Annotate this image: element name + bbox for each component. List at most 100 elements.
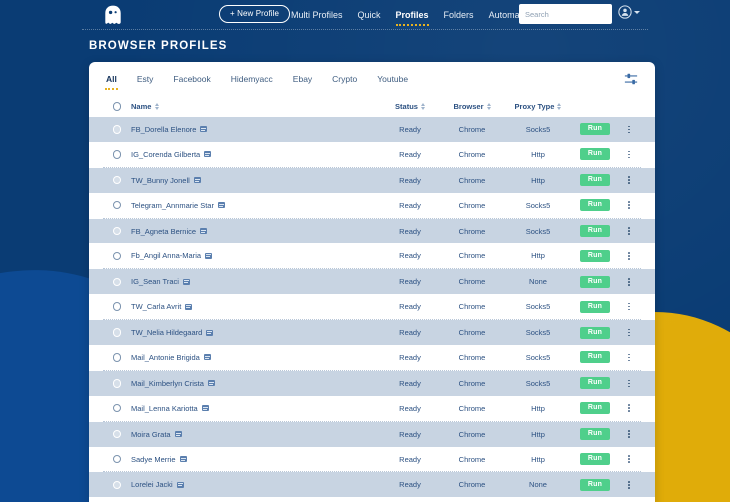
table-row[interactable]: Mail_Antonie Brigida Ready Chrome Socks5 Run	[89, 345, 655, 370]
note-icon[interactable]	[201, 405, 209, 412]
row-checkbox[interactable]	[103, 480, 131, 490]
run-button[interactable]: Run	[580, 275, 610, 288]
select-all-checkbox[interactable]	[103, 102, 131, 111]
row-menu-button[interactable]	[617, 328, 641, 337]
run-button[interactable]: Run	[580, 148, 610, 161]
cell-status: Ready	[379, 125, 441, 134]
row-checkbox[interactable]	[103, 150, 131, 159]
row-checkbox[interactable]	[103, 226, 131, 236]
app-logo[interactable]	[101, 3, 125, 26]
note-icon[interactable]	[200, 228, 208, 234]
note-icon[interactable]	[217, 202, 225, 209]
run-button[interactable]: Run	[580, 123, 610, 136]
row-menu-button[interactable]	[617, 404, 641, 413]
table-row[interactable]: Telegram_Annmarie Star Ready Chrome Socks5 R…	[89, 192, 655, 218]
tab-esty[interactable]: Esty	[137, 71, 154, 87]
table-row[interactable]: Moira Grata Ready Chrome Http Run	[89, 421, 655, 447]
note-icon[interactable]	[193, 177, 201, 184]
run-button[interactable]: Run	[580, 249, 610, 262]
row-menu-button[interactable]	[617, 227, 641, 235]
nav-link-profiles[interactable]: Profiles	[395, 8, 430, 26]
table-row[interactable]: TW_Nelia Hildegaard Ready Chrome Socks5 Run	[89, 320, 655, 346]
note-icon[interactable]	[207, 380, 215, 387]
row-menu-button[interactable]	[617, 379, 641, 388]
run-button[interactable]: Run	[580, 453, 610, 466]
status-label: Ready	[399, 200, 421, 210]
note-icon[interactable]	[206, 329, 214, 336]
table-row[interactable]: TW_Carla Avrit Ready Chrome Socks5 Run	[89, 294, 655, 320]
column-header-status[interactable]: Status	[379, 102, 441, 111]
tab-youtube[interactable]: Youtube	[377, 71, 408, 87]
row-checkbox[interactable]	[103, 429, 131, 439]
note-icon[interactable]	[182, 278, 190, 285]
table-row[interactable]: FB_Dorella Elenore Ready Chrome Socks5 Run	[89, 117, 655, 142]
tab-all[interactable]: All	[105, 71, 118, 90]
note-icon[interactable]	[204, 151, 212, 158]
table-row[interactable]: Mail_Kimberlyn Crista Ready Chrome Socks5 Ru…	[89, 370, 655, 396]
row-menu-button[interactable]	[617, 252, 641, 260]
row-menu-button[interactable]	[617, 353, 641, 362]
note-icon[interactable]	[203, 354, 211, 361]
row-checkbox[interactable]	[103, 175, 131, 185]
run-button[interactable]: Run	[580, 225, 610, 237]
note-icon[interactable]	[200, 126, 208, 133]
run-button[interactable]: Run	[580, 326, 610, 339]
note-icon[interactable]	[176, 481, 184, 488]
tab-crypto[interactable]: Crypto	[332, 71, 357, 87]
run-button[interactable]: Run	[580, 478, 610, 491]
nav-link-quick[interactable]: Quick	[357, 8, 382, 22]
sort-icon	[420, 103, 425, 110]
table-row[interactable]: FB_Agneta Bernice Ready Chrome Socks5 Run	[89, 218, 655, 244]
row-menu-button[interactable]	[617, 481, 641, 489]
run-button[interactable]: Run	[580, 428, 610, 441]
row-checkbox[interactable]	[103, 403, 131, 413]
row-checkbox[interactable]	[103, 454, 131, 464]
tab-facebook[interactable]: Facebook	[173, 71, 210, 87]
column-header-proxy-type[interactable]: Proxy Type	[503, 102, 573, 111]
search-box[interactable]	[519, 4, 612, 24]
row-menu-button[interactable]	[617, 278, 641, 286]
row-menu-button[interactable]	[617, 125, 641, 134]
new-profile-button[interactable]: + New Profile	[219, 5, 291, 23]
search-input[interactable]	[519, 4, 612, 24]
row-menu-button[interactable]	[617, 150, 641, 159]
row-menu-button[interactable]	[617, 176, 641, 184]
table-row[interactable]: Lorelei Jacki Ready Chrome None Run	[89, 472, 655, 498]
tab-ebay[interactable]: Ebay	[293, 71, 312, 87]
table-row[interactable]: Mail_Lenna Kariotta Ready Chrome Http Run	[89, 395, 655, 421]
run-button[interactable]: Run	[580, 351, 610, 364]
note-icon[interactable]	[205, 252, 213, 259]
table-row[interactable]: TW_Bunny Jonell Ready Chrome Http Run	[89, 167, 655, 193]
row-checkbox[interactable]	[103, 125, 131, 134]
run-button[interactable]: Run	[580, 402, 610, 415]
run-button[interactable]: Run	[580, 377, 610, 390]
table-row[interactable]: IG_Corenda Gilberta Ready Chrome Http Run	[89, 141, 655, 167]
run-button[interactable]: Run	[580, 174, 610, 187]
run-button[interactable]: Run	[580, 199, 610, 212]
row-menu-button[interactable]	[617, 430, 641, 438]
note-icon[interactable]	[185, 303, 193, 310]
note-icon[interactable]	[179, 456, 187, 463]
column-header-name[interactable]: Name	[131, 102, 379, 111]
nav-link-multi-profiles[interactable]: Multi Profiles	[290, 8, 344, 22]
filter-settings-button[interactable]	[624, 72, 638, 86]
account-menu[interactable]	[618, 5, 640, 19]
row-menu-button[interactable]	[617, 302, 641, 311]
table-row[interactable]: Fb_Angil Anna-Maria Ready Chrome Http Run	[89, 243, 655, 269]
row-checkbox[interactable]	[103, 302, 131, 311]
table-row[interactable]: Sadye Merrie Ready Chrome Http Run	[89, 446, 655, 472]
run-button[interactable]: Run	[580, 300, 610, 313]
row-checkbox[interactable]	[103, 353, 131, 362]
row-checkbox[interactable]	[103, 277, 131, 287]
row-checkbox[interactable]	[103, 200, 131, 210]
row-checkbox[interactable]	[103, 379, 131, 388]
row-menu-button[interactable]	[617, 201, 641, 209]
row-menu-button[interactable]	[617, 455, 641, 463]
row-checkbox[interactable]	[103, 251, 131, 261]
nav-link-folders[interactable]: Folders	[443, 8, 475, 22]
column-header-browser[interactable]: Browser	[441, 102, 503, 111]
note-icon[interactable]	[174, 431, 182, 438]
row-checkbox[interactable]	[103, 328, 131, 337]
tab-hidemyacc[interactable]: Hidemyacc	[231, 71, 273, 87]
table-row[interactable]: IG_Sean Traci Ready Chrome None Run	[89, 269, 655, 295]
